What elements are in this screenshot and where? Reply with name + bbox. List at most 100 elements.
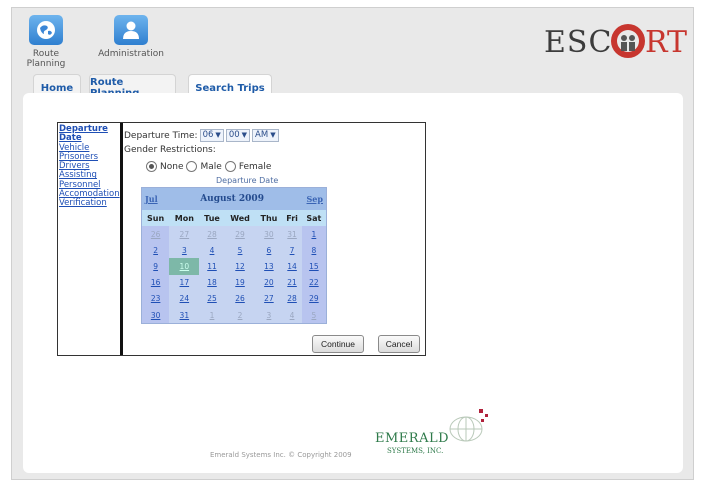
- calendar-weekday-sun: Sun: [142, 210, 170, 226]
- calendar-day-cell[interactable]: 16: [142, 274, 170, 291]
- calendar-day-cell[interactable]: 15: [301, 258, 326, 275]
- person-icon: [114, 15, 148, 45]
- chevron-down-icon: ▼: [270, 131, 276, 139]
- calendar-day-cell[interactable]: 12: [225, 258, 256, 274]
- calendar-day-cell[interactable]: 29: [225, 226, 256, 242]
- calendar-day-cell[interactable]: 13: [256, 258, 283, 274]
- calendar-day-cell[interactable]: 22: [301, 274, 326, 291]
- gender-female-radio[interactable]: [224, 161, 236, 172]
- calendar-day-cell[interactable]: 2: [225, 307, 256, 323]
- gender-none-label: None: [160, 161, 184, 172]
- calendar-day-cell[interactable]: 26: [142, 226, 170, 243]
- calendar-day-cell[interactable]: 25: [199, 291, 224, 307]
- hour-value: 06: [202, 130, 214, 140]
- escort-logo: ESC RT: [542, 14, 692, 64]
- calendar-day-cell[interactable]: 10: [169, 258, 200, 275]
- ampm-value: AM: [255, 130, 269, 140]
- departure-form: Departure Time: 06 ▼ 00 ▼ AM ▼ Gender Restr…: [124, 127, 422, 353]
- calendar-week-row: 30 31 1 2 3 4 5: [142, 306, 326, 324]
- calendar-day-cell[interactable]: 20: [256, 275, 283, 291]
- route-planning-app-button[interactable]: Route Planning: [18, 15, 74, 69]
- calendar-day-cell[interactable]: 5: [225, 242, 256, 258]
- emerald-brand-sub: SYSTEMS, INC.: [387, 447, 444, 455]
- calendar-day-cell[interactable]: 29: [301, 290, 326, 307]
- calendar-week-row: 23 24 25 26 27 28 29: [142, 290, 326, 307]
- calendar-day-cell[interactable]: 19: [225, 275, 256, 291]
- calendar-day-cell[interactable]: 18: [199, 275, 224, 291]
- calendar-header: Jul August 2009 Sep: [142, 188, 326, 210]
- calendar-day-cell[interactable]: 28: [199, 226, 224, 242]
- calendar-grid: Sun Mon Tue Wed Thu Fri Sat 26 27 28 29 30 31 1 2 3 4 5 6…: [142, 210, 326, 324]
- calendar-day-cell[interactable]: 3: [256, 307, 283, 323]
- calendar-prev-month[interactable]: Jul: [145, 194, 158, 204]
- chevron-down-icon: ▼: [215, 131, 221, 139]
- calendar-day-cell[interactable]: 5: [301, 306, 326, 324]
- calendar-week-row: 26 27 28 29 30 31 1: [142, 226, 326, 243]
- calendar-day-cell[interactable]: 2: [142, 242, 170, 259]
- calendar-week-row: 9 10 11 12 13 14 15: [142, 258, 326, 275]
- gender-restrictions-label: Gender Restrictions:: [124, 145, 216, 155]
- main-content-panel: Departure Date Vehicle Prisoners Drivers…: [23, 93, 683, 473]
- calendar-day-cell[interactable]: 27: [256, 291, 283, 307]
- footer-copyright: Emerald Systems Inc. © Copyright 2009: [210, 451, 352, 459]
- calendar-weekday-mon: Mon: [169, 210, 200, 226]
- calendar-weekday-sat: Sat: [301, 210, 326, 226]
- calendar-day-cell[interactable]: 21: [282, 275, 301, 291]
- calendar-day-cell[interactable]: 28: [282, 291, 301, 307]
- calendar-day-cell[interactable]: 3: [169, 242, 199, 258]
- wizard-steps-nav: Departure Date Vehicle Prisoners Drivers…: [58, 123, 123, 355]
- calendar-day-cell[interactable]: 4: [199, 242, 224, 258]
- calendar-day-cell[interactable]: 27: [169, 226, 199, 242]
- emerald-brand-name: EMERALD: [375, 431, 450, 446]
- svg-text:ESC: ESC: [544, 25, 612, 60]
- cancel-button[interactable]: Cancel: [378, 335, 420, 353]
- administration-app-button[interactable]: Administration: [96, 15, 166, 59]
- calendar-day-cell[interactable]: 1: [301, 226, 326, 243]
- calendar-day-cell[interactable]: 24: [169, 291, 199, 307]
- calendar-week-row: 16 17 18 19 20 21 22: [142, 274, 326, 291]
- calendar-day-cell[interactable]: 7: [282, 242, 301, 258]
- calendar-day-cell[interactable]: 1: [199, 307, 224, 323]
- calendar-day-cell[interactable]: 31: [282, 226, 301, 242]
- minute-select[interactable]: 00 ▼: [225, 129, 251, 142]
- calendar-month-title: August 2009: [200, 194, 264, 204]
- gender-none-radio[interactable]: [146, 161, 157, 172]
- calendar-day-cell[interactable]: 23: [142, 290, 170, 307]
- calendar-day-cell[interactable]: 6: [256, 242, 283, 258]
- ampm-select[interactable]: AM ▼: [252, 129, 279, 142]
- continue-button[interactable]: Continue: [312, 335, 364, 353]
- gender-radio-group: None Male Female: [146, 161, 271, 172]
- administration-app-label: Administration: [98, 49, 164, 59]
- calendar-next-month[interactable]: Sep: [307, 194, 323, 204]
- gender-female-label: Female: [238, 161, 272, 172]
- calendar-day-cell[interactable]: 9: [142, 258, 170, 275]
- calendar-day-cell[interactable]: 30: [256, 226, 283, 242]
- chevron-down-icon: ▼: [241, 131, 248, 139]
- departure-time-row: Departure Time: 06 ▼ 00 ▼ AM ▼: [124, 129, 279, 142]
- globe-icon: [29, 15, 63, 45]
- gender-male-label: Male: [200, 161, 222, 172]
- calendar-day-cell[interactable]: 26: [225, 291, 256, 307]
- calendar-day-cell[interactable]: 8: [301, 242, 326, 259]
- calendar-day-cell[interactable]: 11: [199, 258, 224, 274]
- calendar-weekday-tue: Tue: [199, 210, 225, 226]
- departure-date-label: Departure Date: [216, 176, 279, 185]
- calendar-weekday-thu: Thu: [255, 210, 283, 226]
- calendar-day-cell[interactable]: 14: [282, 258, 301, 274]
- calendar-day-cell[interactable]: 17: [169, 275, 199, 291]
- wizard-box: Departure Date Vehicle Prisoners Drivers…: [57, 122, 426, 356]
- calendar-day-cell[interactable]: 4: [282, 307, 301, 323]
- calendar-week-row: 2345678: [142, 242, 326, 259]
- calendar-weekday-fri: Fri: [282, 210, 302, 226]
- step-verification[interactable]: Verification: [58, 199, 120, 209]
- calendar-day-cell[interactable]: 31: [169, 307, 199, 323]
- departure-time-label: Departure Time:: [124, 130, 198, 141]
- gender-male-radio[interactable]: [186, 161, 198, 172]
- emerald-systems-logo: EMERALD SYSTEMS, INC.: [371, 401, 501, 461]
- calendar-day-cell[interactable]: 30: [142, 306, 170, 324]
- route-planning-app-label: Route Planning: [26, 49, 66, 69]
- departure-date-calendar: Jul August 2009 Sep Sun Mon Tue Wed Thu Fri Sa…: [141, 187, 327, 325]
- hour-select[interactable]: 06 ▼: [199, 129, 224, 142]
- minute-value: 00: [228, 130, 240, 140]
- page-frame: Route Planning Administration ESC RT Hom…: [11, 7, 694, 480]
